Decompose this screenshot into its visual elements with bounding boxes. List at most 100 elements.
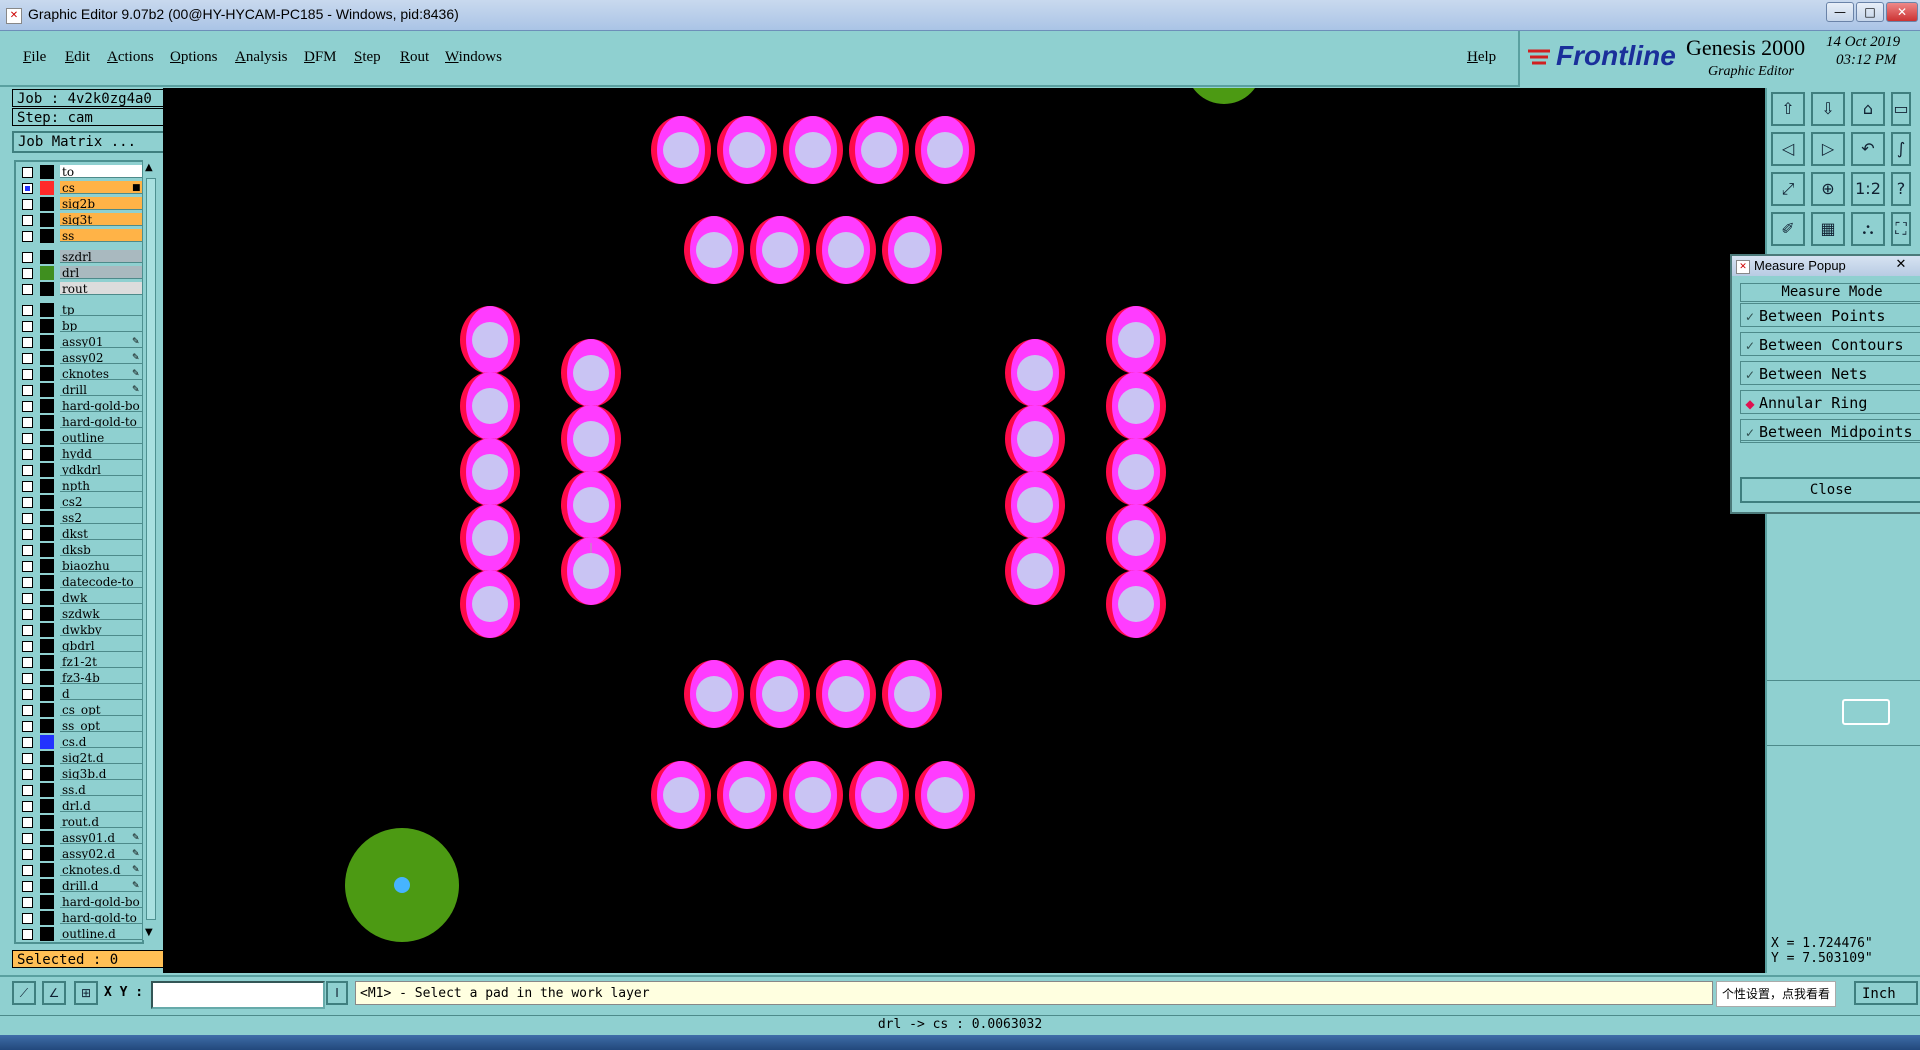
- layer-color-swatch[interactable]: [40, 197, 54, 211]
- layer-row[interactable]: cknotes.d ✎: [20, 863, 142, 877]
- layer-color-swatch[interactable]: [40, 543, 54, 557]
- layer-checkbox[interactable]: [22, 785, 33, 796]
- layer-color-swatch[interactable]: [40, 815, 54, 829]
- layer-name[interactable]: drl.d: [60, 799, 142, 812]
- pad[interactable]: [460, 438, 520, 506]
- measure-popup-titlebar[interactable]: ✕ Measure Popup ✕: [1732, 256, 1920, 276]
- route-icon[interactable]: ⛶: [1891, 212, 1911, 246]
- layer-row[interactable]: drill.d ✎: [20, 879, 142, 893]
- layer-color-swatch[interactable]: [40, 911, 54, 925]
- layer-row[interactable]: hard-gold-bo: [20, 895, 142, 909]
- layer-row[interactable]: sig2b: [20, 197, 142, 211]
- layer-row[interactable]: cs.d: [20, 735, 142, 749]
- layer-row[interactable]: fz1-2t: [20, 655, 142, 669]
- left-arrow-icon[interactable]: ◁: [1771, 132, 1805, 166]
- layer-row[interactable]: bp: [20, 319, 142, 333]
- close-window-button[interactable]: ✕: [1886, 2, 1918, 22]
- layer-name[interactable]: dksb: [60, 543, 142, 556]
- layer-checkbox[interactable]: [22, 737, 33, 748]
- layer-name[interactable]: datecode-to: [60, 575, 142, 588]
- scroll-thumb[interactable]: [146, 178, 156, 920]
- layer-name[interactable]: d: [60, 687, 142, 700]
- maximize-button[interactable]: □: [1856, 2, 1884, 22]
- layer-row[interactable]: datecode-to: [20, 575, 142, 589]
- pad[interactable]: [1005, 537, 1065, 605]
- layer-checkbox[interactable]: [22, 577, 33, 588]
- overview-viewport[interactable]: [1842, 699, 1890, 725]
- layer-checkbox[interactable]: [22, 753, 33, 764]
- menu-analysis[interactable]: Analysis: [235, 49, 288, 66]
- layer-checkbox[interactable]: [22, 284, 33, 295]
- windows-taskbar[interactable]: [0, 1035, 1920, 1050]
- layer-name[interactable]: dkst: [60, 527, 142, 540]
- layer-row[interactable]: rout: [20, 282, 142, 296]
- layer-color-swatch[interactable]: [40, 282, 54, 296]
- layer-checkbox[interactable]: [22, 849, 33, 860]
- layer-color-swatch[interactable]: [40, 367, 54, 381]
- net-icon[interactable]: ⛬: [1851, 212, 1885, 246]
- layer-row[interactable]: rout.d: [20, 815, 142, 829]
- layer-row[interactable]: cknotes ✎: [20, 367, 142, 381]
- zoom-area-icon[interactable]: ⊕: [1811, 172, 1845, 206]
- scroll-down-icon[interactable]: ▼: [145, 927, 153, 938]
- layer-up-icon[interactable]: ⇧: [1771, 92, 1805, 126]
- menu-windows[interactable]: Windows: [445, 49, 502, 66]
- layer-name[interactable]: sig3t: [60, 213, 142, 226]
- overview-panel[interactable]: [1767, 680, 1920, 746]
- layer-checkbox[interactable]: [22, 801, 33, 812]
- layer-color-swatch[interactable]: [40, 879, 54, 893]
- pad[interactable]: [1106, 570, 1166, 638]
- layer-name[interactable]: tp: [60, 303, 142, 316]
- scale-1-2-icon[interactable]: 1:2: [1851, 172, 1885, 206]
- pad[interactable]: [717, 116, 777, 184]
- layer-color-swatch[interactable]: [40, 319, 54, 333]
- layer-name[interactable]: sig2b: [60, 197, 142, 210]
- layer-checkbox[interactable]: [22, 353, 33, 364]
- grid-icon[interactable]: ▦: [1811, 212, 1845, 246]
- layer-color-swatch[interactable]: [40, 799, 54, 813]
- pad[interactable]: [1106, 372, 1166, 440]
- layer-checkbox[interactable]: [22, 833, 33, 844]
- units-select[interactable]: Inch: [1854, 981, 1918, 1005]
- layer-color-swatch[interactable]: [40, 575, 54, 589]
- layer-name[interactable]: sig3b.d: [60, 767, 142, 780]
- layer-color-swatch[interactable]: [40, 607, 54, 621]
- layer-checkbox[interactable]: [22, 231, 33, 242]
- pad[interactable]: [915, 116, 975, 184]
- layer-name[interactable]: hard-gold-bo: [60, 399, 142, 412]
- layer-name[interactable]: gbdrl: [60, 639, 142, 652]
- layer-checkbox[interactable]: [22, 705, 33, 716]
- layer-color-swatch[interactable]: [40, 266, 54, 280]
- layer-row[interactable]: biaozhu: [20, 559, 142, 573]
- layer-name[interactable]: ss2: [60, 511, 142, 524]
- job-matrix-button[interactable]: Job Matrix ...: [12, 131, 166, 153]
- layer-row[interactable]: fz3-4b: [20, 671, 142, 685]
- layer-color-swatch[interactable]: [40, 303, 54, 317]
- layer-checkbox[interactable]: [22, 268, 33, 279]
- measure-tool-icon[interactable]: ⟋: [12, 981, 36, 1005]
- coord-mode-icon[interactable]: Ι: [326, 981, 348, 1005]
- layer-checkbox[interactable]: [22, 497, 33, 508]
- layer-color-swatch[interactable]: [40, 847, 54, 861]
- layer-color-swatch[interactable]: [40, 351, 54, 365]
- pad[interactable]: [849, 116, 909, 184]
- pad[interactable]: [651, 761, 711, 829]
- pad[interactable]: [460, 504, 520, 572]
- layer-color-swatch[interactable]: [40, 383, 54, 397]
- layer-checkbox[interactable]: [22, 385, 33, 396]
- layer-name[interactable]: ss_opt: [60, 719, 142, 732]
- layer-checkbox[interactable]: [22, 199, 33, 210]
- layer-name[interactable]: hard-gold-bo: [60, 895, 142, 908]
- measure-close-button[interactable]: Close: [1740, 477, 1920, 503]
- layer-name[interactable]: cknotes: [60, 367, 142, 380]
- layer-color-swatch[interactable]: [40, 447, 54, 461]
- layer-color-swatch[interactable]: [40, 213, 54, 227]
- layer-name[interactable]: ss.d: [60, 783, 142, 796]
- layer-row[interactable]: dkst: [20, 527, 142, 541]
- panel-icon[interactable]: ▭: [1891, 92, 1911, 126]
- scroll-up-icon[interactable]: ▲: [145, 162, 153, 173]
- layer-row[interactable]: dksb: [20, 543, 142, 557]
- layer-checkbox[interactable]: [22, 593, 33, 604]
- layer-row[interactable]: drl: [20, 266, 142, 280]
- pad[interactable]: [1106, 438, 1166, 506]
